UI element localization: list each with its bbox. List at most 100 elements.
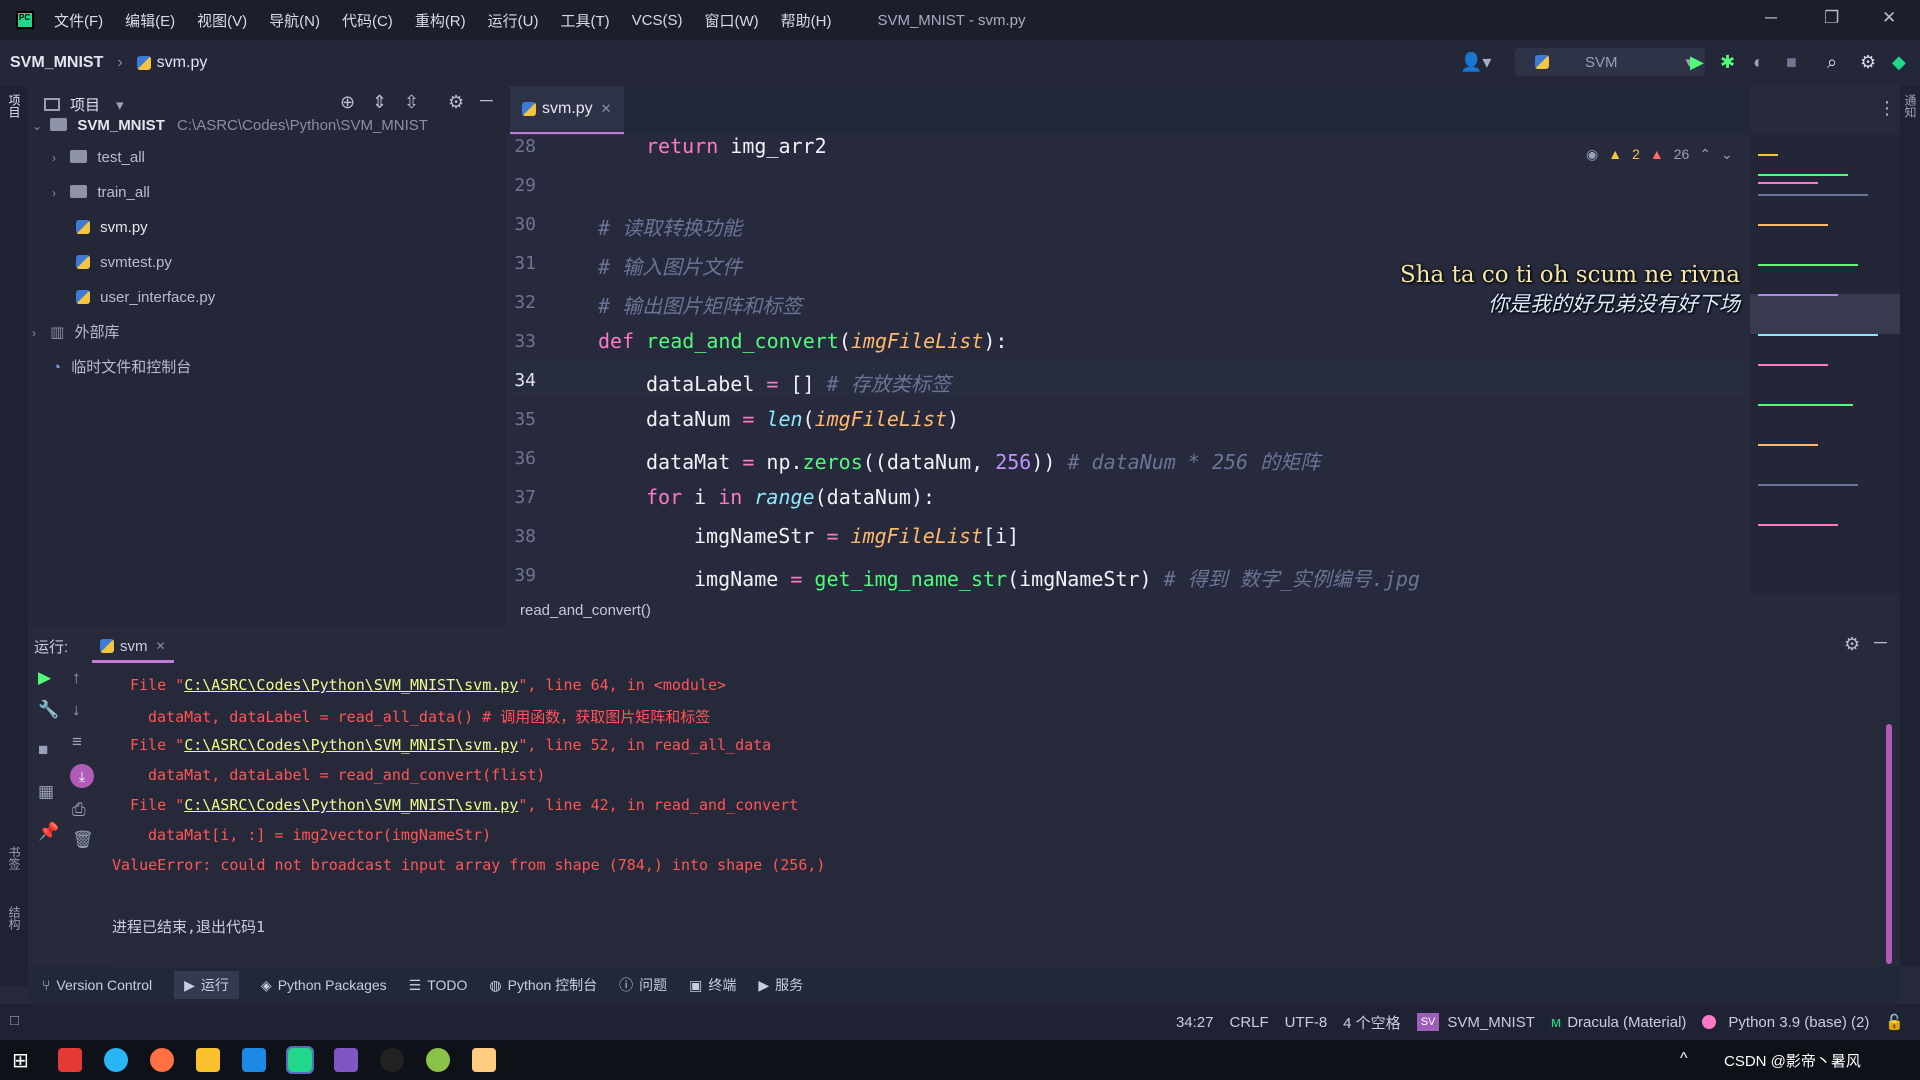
restore-icon[interactable]: ❐ — [1824, 8, 1839, 28]
stop-icon[interactable]: ■ — [1786, 52, 1797, 73]
code-minimap[interactable] — [1750, 134, 1900, 594]
pin-icon[interactable]: 📌 — [38, 822, 59, 842]
line-separator[interactable]: CRLF — [1230, 1014, 1269, 1031]
tool-tab-problems[interactable]: ⓘ 问题 — [619, 975, 667, 995]
collapse-all-icon[interactable]: ⇳ — [404, 92, 419, 113]
layout-icon[interactable]: ▦ — [38, 782, 54, 802]
status-theme[interactable]: Dracula (Material) — [1567, 1014, 1686, 1031]
menu-run[interactable]: 运行(U) — [488, 10, 539, 31]
tree-item[interactable]: svm.py — [76, 214, 148, 242]
bookmarks-tool-tab[interactable]: 书签 — [6, 846, 23, 870]
project-tool-tab[interactable]: 项目 — [6, 94, 23, 118]
gear-icon[interactable]: ⚙ — [1860, 52, 1876, 73]
menu-help[interactable]: 帮助(H) — [781, 10, 832, 31]
expand-all-icon[interactable]: ⇕ — [372, 92, 387, 113]
gear-icon[interactable]: ⚙ — [448, 92, 464, 113]
jetbrains-icon[interactable]: ◆ — [1892, 52, 1906, 73]
chevron-right-icon[interactable]: › — [32, 319, 46, 347]
tool-tab-services[interactable]: ▶ 服务 — [758, 975, 803, 995]
tree-item[interactable]: › train_all — [52, 179, 150, 207]
hide-panel-icon[interactable]: ─ — [1874, 632, 1887, 653]
arrow-down-icon[interactable]: ↓ — [72, 700, 81, 720]
tool-tab-python-console[interactable]: ◍ Python 控制台 — [489, 975, 597, 995]
menu-vcs[interactable]: VCS(S) — [632, 12, 683, 29]
caret-position[interactable]: 34:27 — [1176, 1014, 1214, 1031]
breadcrumb-file[interactable]: svm.py — [157, 54, 208, 72]
editor-tab[interactable]: svm.py ✕ — [510, 86, 624, 135]
status-interpreter[interactable]: Python 3.9 (base) (2) — [1728, 1014, 1869, 1031]
arrow-up-icon[interactable]: ↑ — [72, 668, 81, 688]
chevron-down-icon[interactable]: ⌄ — [32, 112, 46, 140]
scroll-to-end-icon[interactable]: ⤓ — [70, 764, 94, 788]
eye-icon[interactable]: ◉ — [1586, 146, 1598, 163]
file-encoding[interactable]: UTF-8 — [1285, 1014, 1328, 1031]
search-icon[interactable]: ⌕ — [1827, 52, 1837, 73]
tree-root[interactable]: ⌄ SVM_MNIST C:\ASRC\Codes\Python\SVM_MNI… — [32, 112, 428, 140]
indent-setting[interactable]: 4 个空格 — [1343, 1012, 1401, 1033]
file-explorer-icon[interactable] — [196, 1048, 220, 1072]
menu-file[interactable]: 文件(F) — [54, 10, 103, 31]
console-scrollbar[interactable] — [1886, 724, 1892, 964]
run-icon[interactable]: ▶ — [1690, 52, 1704, 73]
tool-tab-terminal[interactable]: ▣ 终端 — [689, 975, 736, 995]
run-tab[interactable]: svm ✕ — [92, 632, 174, 663]
close-tab-icon[interactable]: ✕ — [156, 639, 166, 653]
tool-tab-python-packages[interactable]: ◈ Python Packages — [261, 977, 387, 994]
toggle-panels-icon[interactable]: □ — [10, 1012, 19, 1029]
tool-tab-todo[interactable]: ☰ TODO — [409, 977, 468, 994]
inspection-widget[interactable]: ◉ ▲ 2 ▲ 26 ⌃ ⌄ — [1586, 146, 1733, 163]
tree-item[interactable]: › test_all — [52, 144, 145, 172]
tree-item[interactable]: user_interface.py — [76, 284, 215, 312]
code-editor[interactable]: 28 29 30 31 32 33 34 35 36 37 38 39 ◉ ▲ … — [506, 134, 1750, 594]
notifications-tool-tab[interactable]: 通知 — [1902, 94, 1919, 118]
menu-window[interactable]: 窗口(W) — [704, 10, 758, 31]
debug-icon[interactable]: ✱ — [1720, 52, 1735, 73]
menu-view[interactable]: 视图(V) — [197, 10, 247, 31]
tool-tab-run[interactable]: ▶ 运行 — [174, 971, 239, 999]
minimize-icon[interactable]: ─ — [1765, 8, 1777, 28]
hide-panel-icon[interactable]: ─ — [480, 90, 493, 111]
code-breadcrumb[interactable]: read_and_convert() — [520, 602, 651, 619]
jetbrains-app-icon[interactable] — [334, 1048, 358, 1072]
app-icon-green[interactable] — [426, 1048, 450, 1072]
app-icon-xmind[interactable] — [58, 1048, 82, 1072]
soft-wrap-icon[interactable]: ≡ — [72, 732, 82, 752]
menu-code[interactable]: 代码(C) — [342, 10, 393, 31]
console-file-link[interactable]: C:\ASRC\Codes\Python\SVM_MNIST\svm.py — [184, 676, 518, 694]
chevron-down-icon[interactable]: ⌄ — [1721, 146, 1733, 163]
print-icon[interactable]: ⎙ — [72, 800, 86, 820]
run-config-select[interactable]: SVM ▾ — [1515, 48, 1705, 76]
minimap-viewport[interactable] — [1750, 294, 1900, 334]
qq-icon[interactable] — [380, 1048, 404, 1072]
structure-tool-tab[interactable]: 结构 — [6, 906, 23, 930]
menu-edit[interactable]: 编辑(E) — [125, 10, 175, 31]
trash-icon[interactable]: 🗑 — [72, 830, 94, 850]
app-icon-anime[interactable] — [472, 1048, 496, 1072]
user-icon[interactable]: 👤▾ — [1460, 52, 1491, 73]
pycharm-taskbar-icon[interactable] — [286, 1046, 314, 1074]
more-options-icon[interactable]: ⋮ — [1878, 98, 1896, 119]
tree-item[interactable]: svmtest.py — [76, 249, 172, 277]
breadcrumb-project[interactable]: SVM_MNIST — [10, 54, 103, 72]
vscode-icon[interactable] — [242, 1048, 266, 1072]
tree-item[interactable]: ◔ 临时文件和控制台 — [52, 354, 191, 382]
locate-icon[interactable]: ⊕ — [340, 92, 355, 113]
menu-tools[interactable]: 工具(T) — [560, 10, 609, 31]
windows-start-icon[interactable]: ⊞ — [12, 1048, 29, 1073]
status-project[interactable]: SVM_MNIST — [1447, 1014, 1535, 1031]
close-icon[interactable]: ✕ — [1882, 8, 1896, 28]
chevron-right-icon[interactable]: › — [52, 144, 66, 172]
console-file-link[interactable]: C:\ASRC\Codes\Python\SVM_MNIST\svm.py — [184, 736, 518, 754]
tool-tab-version-control[interactable]: ⑂ Version Control — [42, 977, 152, 993]
edge-browser-icon[interactable] — [104, 1048, 128, 1072]
chevron-up-icon[interactable]: ⌃ — [1699, 146, 1711, 163]
run-console[interactable]: File "C:\ASRC\Codes\Python\SVM_MNIST\svm… — [112, 664, 1892, 964]
firefox-icon[interactable] — [150, 1048, 174, 1072]
chevron-down-icon[interactable]: ▾ — [116, 96, 124, 114]
console-file-link[interactable]: C:\ASRC\Codes\Python\SVM_MNIST\svm.py — [184, 796, 518, 814]
menu-refactor[interactable]: 重构(R) — [415, 10, 466, 31]
lock-icon[interactable]: 🔓 — [1885, 1013, 1904, 1031]
coverage-icon[interactable]: ◐ — [1753, 52, 1764, 73]
stop-icon[interactable]: ■ — [38, 740, 48, 760]
gear-icon[interactable]: ⚙ — [1844, 634, 1860, 655]
